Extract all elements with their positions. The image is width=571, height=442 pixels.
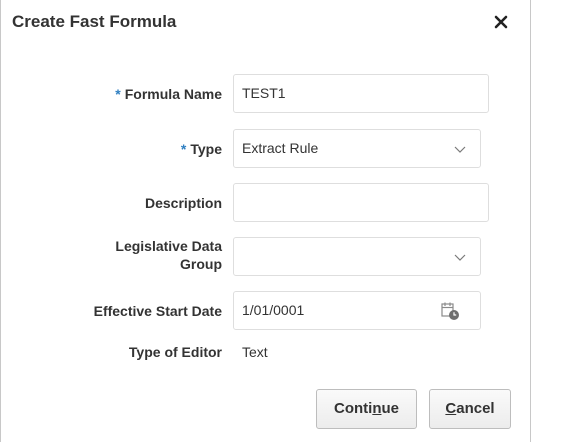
cancel-button[interactable]: Cancel <box>429 389 511 429</box>
create-fast-formula-dialog: Create Fast Formula * Formula Name TEST1 … <box>0 0 531 442</box>
type-of-editor-value: Text <box>242 344 268 360</box>
effective-start-date-label: Effective Start Date <box>93 303 222 319</box>
type-of-editor-label: Type of Editor <box>128 344 222 360</box>
type-select-value: Extract Rule <box>242 140 319 156</box>
chevron-down-icon[interactable] <box>454 143 466 155</box>
chevron-down-icon[interactable] <box>454 251 466 263</box>
required-marker: * <box>180 141 187 157</box>
legislative-data-group-label: Legislative Data Group <box>115 238 222 272</box>
type-select[interactable]: Extract Rule <box>233 129 481 168</box>
legislative-data-group-select[interactable] <box>233 237 481 276</box>
formula-name-label: * Formula Name <box>115 86 222 102</box>
close-icon[interactable] <box>493 14 509 30</box>
calendar-icon[interactable] <box>440 301 460 321</box>
type-label: * Type <box>180 141 222 157</box>
effective-start-date-input[interactable]: 1/01/0001 <box>233 291 481 330</box>
required-marker: * <box>115 86 121 102</box>
continue-button[interactable]: Continue <box>316 389 417 429</box>
formula-name-input[interactable]: TEST1 <box>233 74 489 113</box>
dialog-title: Create Fast Formula <box>12 12 177 31</box>
description-label: Description <box>144 195 222 211</box>
description-input[interactable] <box>233 183 489 222</box>
effective-start-date-value: 1/01/0001 <box>242 302 305 318</box>
